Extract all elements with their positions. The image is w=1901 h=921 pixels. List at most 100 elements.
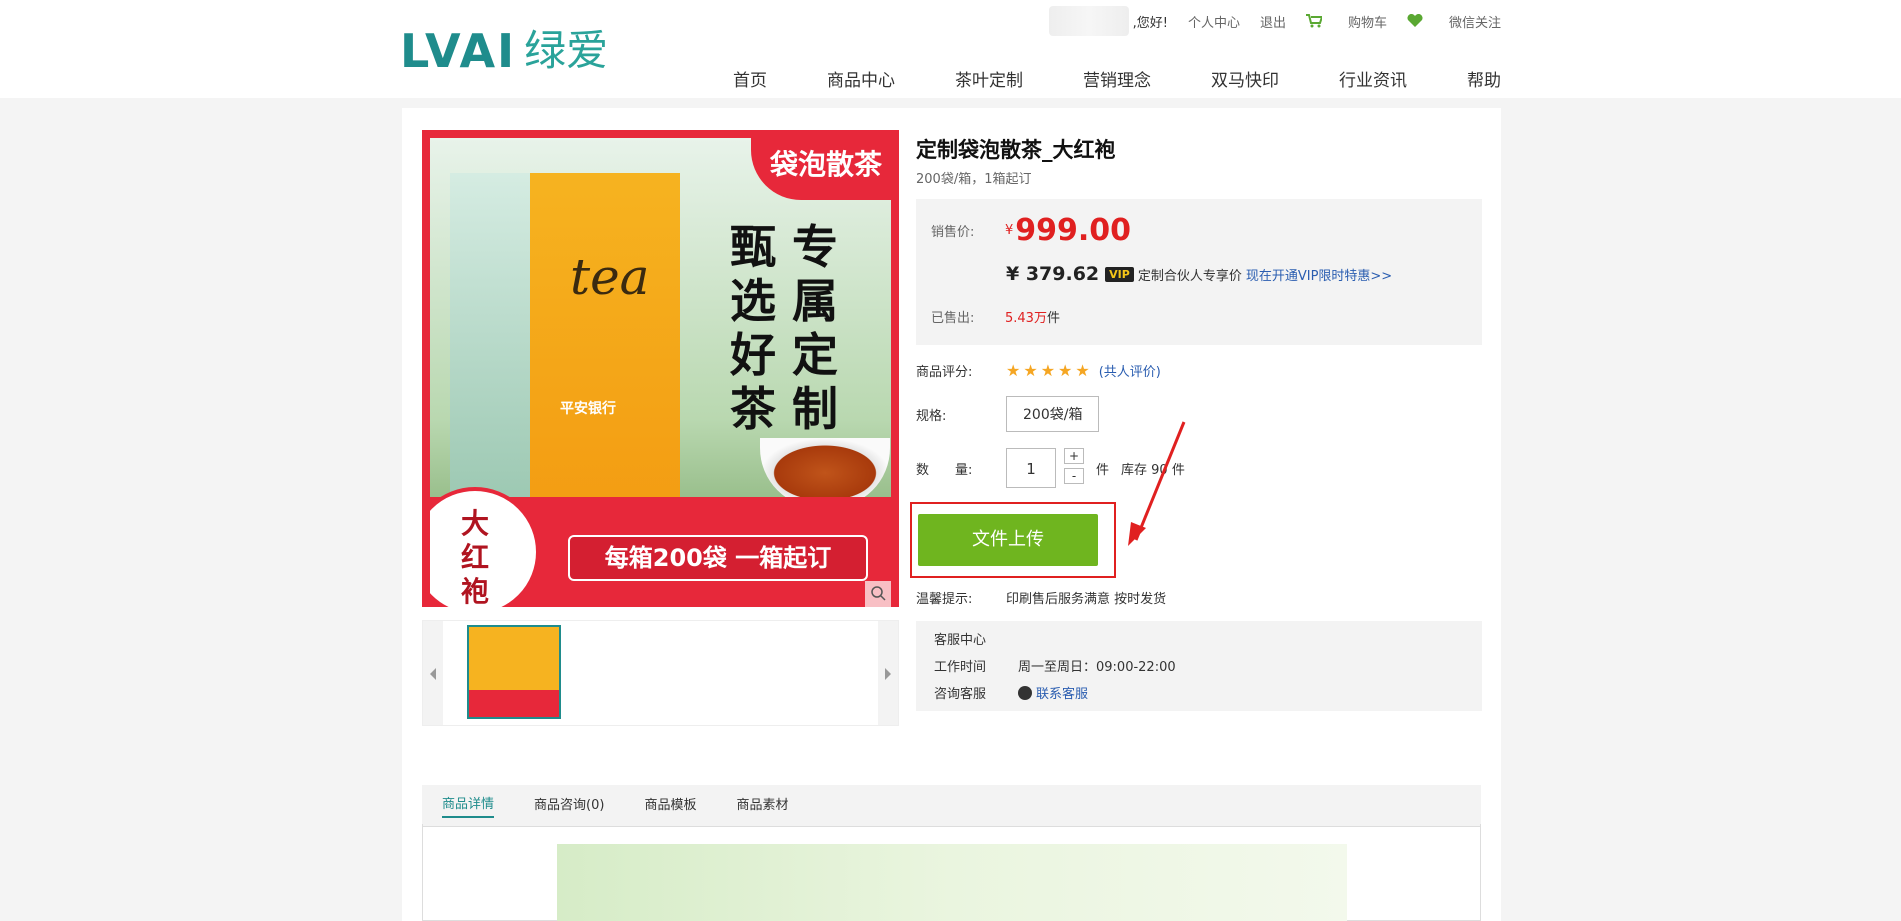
nav-item-home[interactable]: 首页 <box>733 66 767 91</box>
headset-icon <box>1018 685 1032 700</box>
nav-item-help[interactable]: 帮助 <box>1467 66 1501 91</box>
main-nav: 首页 商品中心 茶叶定制 营销理念 双马快印 行业资讯 帮助 <box>673 66 1501 91</box>
service-title: 客服中心 <box>934 633 987 648</box>
username-blurred <box>1048 6 1129 36</box>
image-slogan: 甄 选 好 茶 专 属 定 制 <box>730 220 854 436</box>
stock-text: 库存 90 件 <box>1121 462 1185 478</box>
rating-stars-icon: ★★★★★ <box>1006 361 1093 380</box>
price-currency: ¥ <box>1005 223 1014 238</box>
nav-item-shuangma-print[interactable]: 双马快印 <box>1211 66 1279 91</box>
quantity-unit: 件 <box>1096 462 1110 478</box>
sold-value: 5.43万 <box>1005 311 1047 326</box>
service-contact-label: 咨询客服 <box>934 687 987 702</box>
thumbnail-strip <box>422 620 899 726</box>
greeting-text: ,您好! <box>1132 15 1168 31</box>
tip-row: 温馨提示: 印刷售后服务满意 按时发货 <box>916 588 1482 607</box>
detail-tabs: 商品详情 商品咨询(0) 商品模板 商品素材 <box>422 785 1481 827</box>
cart-label: 购物车 <box>1347 15 1387 31</box>
logout-link[interactable]: 退出 <box>1260 12 1286 31</box>
slogan-char: 制 <box>792 382 838 436</box>
file-upload-button[interactable]: 文件上传 <box>918 514 1098 566</box>
cart-icon <box>1305 14 1322 28</box>
rating-label: 商品评分: <box>916 365 973 380</box>
heart-icon <box>1407 14 1423 27</box>
logo-mark: LVAI <box>400 24 517 78</box>
tab-product-materials[interactable]: 商品素材 <box>736 794 788 817</box>
quantity-input[interactable]: 1 <box>1006 448 1056 488</box>
slogan-char: 属 <box>792 274 838 328</box>
quantity-stepper: + - <box>1064 448 1084 488</box>
service-hours-row: 工作时间 周一至周日：09:00-22:00 <box>934 656 1464 675</box>
nav-item-industry-news[interactable]: 行业资讯 <box>1339 66 1407 91</box>
tip-label: 温馨提示: <box>916 592 973 607</box>
product-subtitle: 200袋/箱，1箱起订 <box>916 172 1032 187</box>
quantity-label: 数 量: <box>916 462 973 478</box>
thumbnail-image[interactable] <box>467 625 561 719</box>
upload-highlight-box: 文件上传 <box>910 502 1116 578</box>
vip-price-row: ¥ 379.62 VIP 定制合伙人专享价 现在开通VIP限时特惠>> <box>1006 263 1392 285</box>
chevron-right-icon <box>885 668 891 680</box>
detail-banner-image <box>557 844 1347 921</box>
service-hours-value: 周一至周日：09:00-22:00 <box>1018 660 1176 675</box>
zoom-icon[interactable] <box>865 581 891 607</box>
contact-service-label: 联系客服 <box>1036 687 1089 702</box>
thumb-next-button[interactable] <box>878 621 898 725</box>
vip-price: ¥ 379.62 <box>1006 263 1100 285</box>
rating-row: 商品评分: ★★★★★ (共人评价) <box>916 361 1482 380</box>
tea-bag-front-image <box>530 173 680 518</box>
thumb-prev-button[interactable] <box>423 621 443 725</box>
service-contact-row: 咨询客服 联系客服 <box>934 683 1464 702</box>
quantity-plus-button[interactable]: + <box>1064 448 1084 464</box>
nav-item-tea-custom[interactable]: 茶叶定制 <box>955 66 1023 91</box>
tab-product-inquiry[interactable]: 商品咨询(0) <box>534 794 604 817</box>
cart-link[interactable]: 购物车 <box>1305 12 1387 31</box>
site-logo[interactable]: LVAI 绿爱 <box>400 26 608 76</box>
quantity-row: 数 量: 1 + - 件 库存 90 件 <box>916 448 1482 488</box>
product-page: tea 平安银行 袋泡散茶 甄 选 好 茶 专 属 定 制 每箱200袋 一箱起… <box>402 108 1501 921</box>
sold-unit: 件 <box>1046 311 1060 326</box>
slogan-char: 好 <box>730 328 776 382</box>
price-value: 999.00 <box>1015 213 1132 248</box>
nav-item-marketing[interactable]: 营销理念 <box>1083 66 1151 91</box>
slogan-char: 茶 <box>730 382 776 436</box>
spec-label: 规格: <box>916 408 947 424</box>
product-main-image[interactable]: tea 平安银行 袋泡散茶 甄 选 好 茶 专 属 定 制 每箱200袋 一箱起… <box>422 130 899 607</box>
top-user-bar: ,您好! 个人中心 退出 购物车 微信关注 <box>1048 6 1501 36</box>
sold-row: 已售出: 5.43万 件 <box>931 307 1060 326</box>
bag-bank-text: 平安银行 <box>560 401 616 417</box>
vip-text: 定制合伙人专享价 <box>1137 268 1242 284</box>
image-bottom-text: 每箱200袋 一箱起订 <box>568 535 868 581</box>
stamp-text: 大红袍 <box>460 507 489 607</box>
slogan-char: 选 <box>730 274 776 328</box>
slogan-char: 专 <box>792 220 838 274</box>
sold-label: 已售出: <box>931 311 975 326</box>
vip-signup-link[interactable]: 现在开通VIP限时特惠>> <box>1246 265 1392 284</box>
price-label: 销售价: <box>931 225 975 240</box>
reviews-link[interactable]: (共人评价) <box>1099 361 1161 380</box>
nav-item-products[interactable]: 商品中心 <box>827 66 895 91</box>
slogan-char: 甄 <box>730 220 776 274</box>
product-info: 定制袋泡散茶_大红袍 200袋/箱，1箱起订 销售价: ¥ 999.00 ¥ 3… <box>910 130 1482 711</box>
spec-row: 规格: 200袋/箱 <box>916 396 1482 432</box>
tab-product-details[interactable]: 商品详情 <box>442 793 495 818</box>
logo-chinese-name: 绿爱 <box>524 26 609 75</box>
spec-option-button[interactable]: 200袋/箱 <box>1006 396 1100 432</box>
slogan-char: 定 <box>792 328 838 382</box>
product-title: 定制袋泡散茶_大红袍 <box>916 138 1116 162</box>
detail-content-area <box>422 824 1481 921</box>
quantity-minus-button[interactable]: - <box>1064 468 1084 484</box>
service-hours-label: 工作时间 <box>934 660 987 675</box>
price-box: 销售价: ¥ 999.00 ¥ 379.62 VIP 定制合伙人专享价 现在开通… <box>916 199 1482 345</box>
user-center-link[interactable]: 个人中心 <box>1188 12 1240 31</box>
bag-tea-text: tea <box>570 248 650 306</box>
wechat-follow-link[interactable]: 微信关注 <box>1407 12 1501 31</box>
tip-text: 印刷售后服务满意 按时发货 <box>1006 592 1167 607</box>
contact-service-link[interactable]: 联系客服 <box>1018 683 1088 702</box>
price-row: 销售价: ¥ 999.00 <box>931 213 1131 248</box>
tab-product-templates[interactable]: 商品模板 <box>644 794 696 817</box>
wechat-label: 微信关注 <box>1448 15 1501 31</box>
vip-badge: VIP <box>1105 266 1134 282</box>
site-header: LVAI 绿爱 ,您好! 个人中心 退出 购物车 微信关注 首页 商品中心 茶叶… <box>0 0 1901 98</box>
image-badge: 袋泡散茶 <box>751 138 891 200</box>
chevron-left-icon <box>430 668 436 680</box>
